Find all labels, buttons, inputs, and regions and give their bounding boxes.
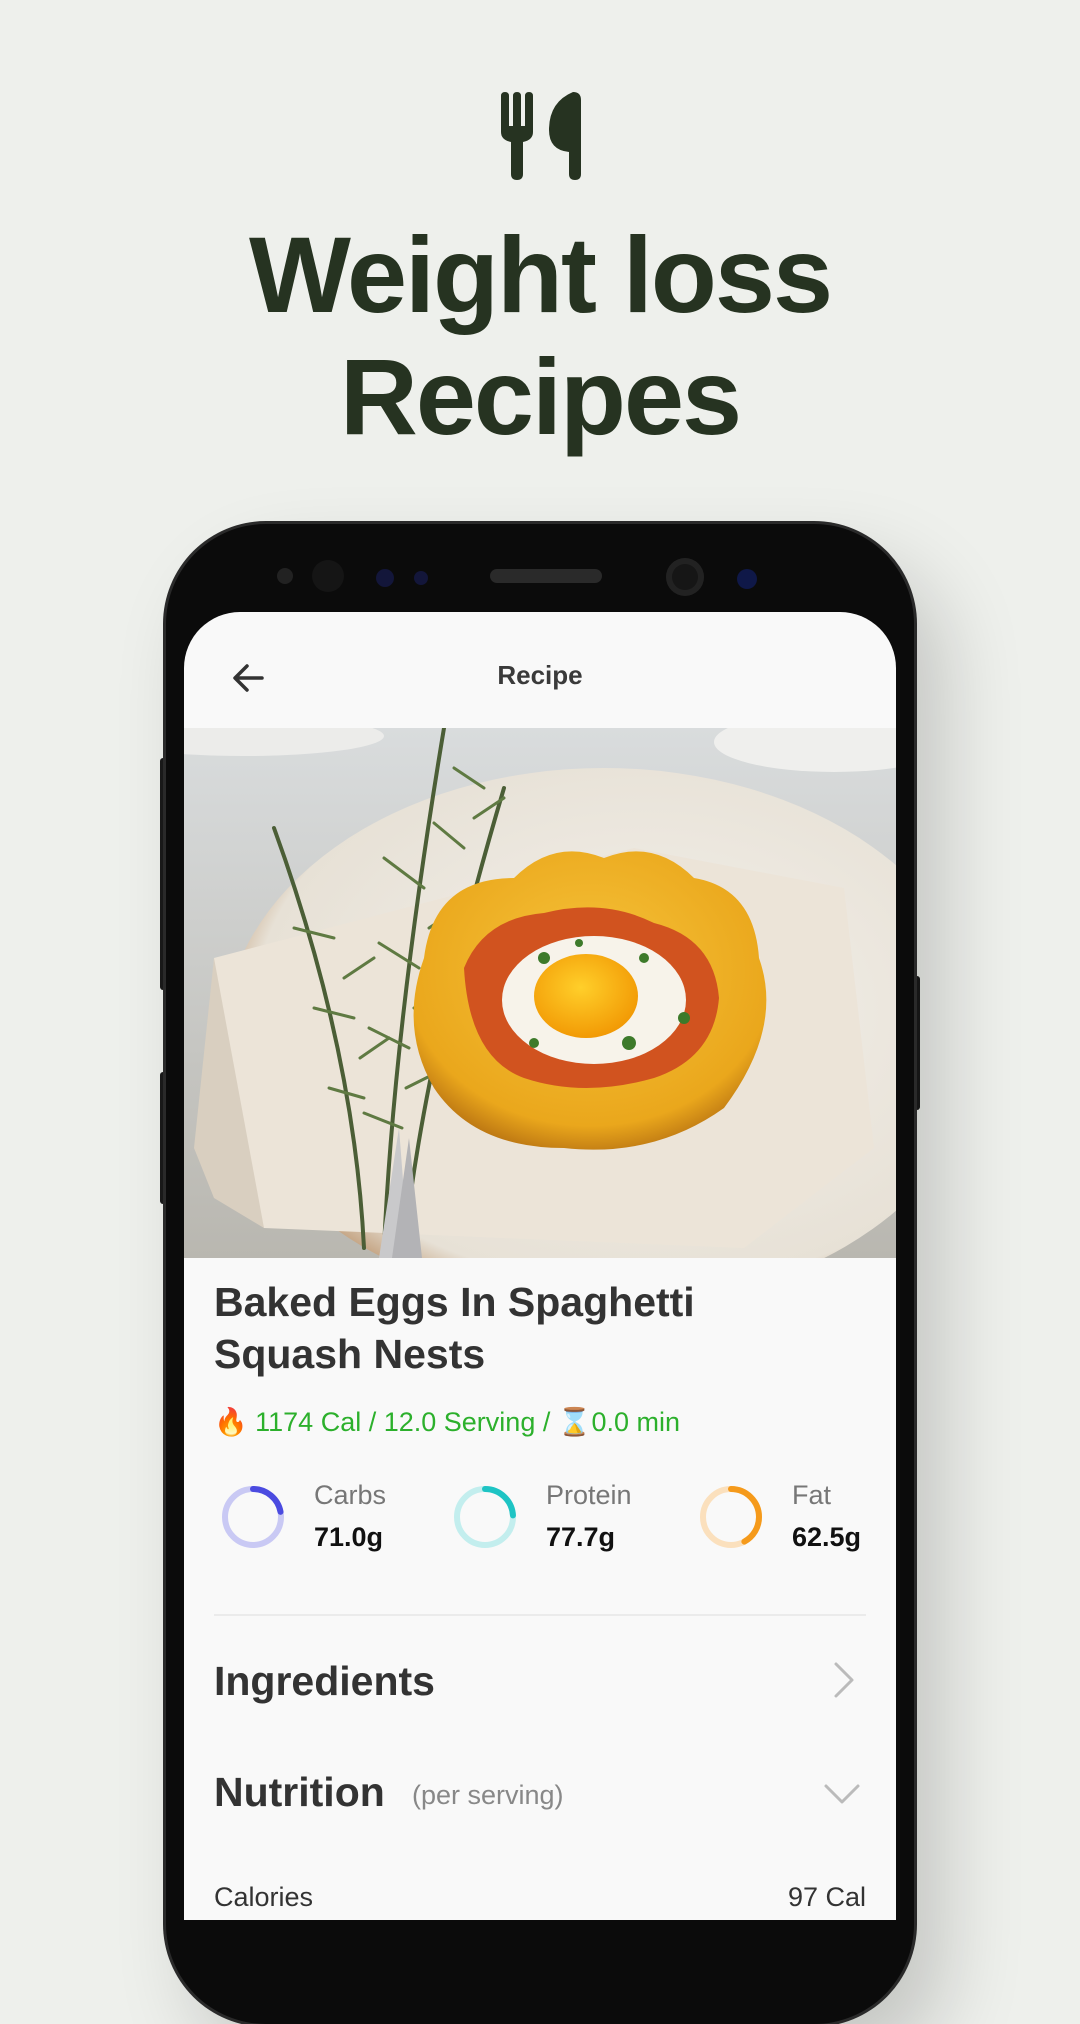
chevron-down-icon[interactable] <box>822 1778 862 1808</box>
recipe-meta: 🔥 1174 Cal / 12.0 Serving / ⌛0.0 min <box>214 1406 680 1438</box>
nutrition-row-value: 97 Cal <box>787 1882 866 1912</box>
fork-knife-icon <box>501 92 581 180</box>
nutrition-row-label: Calories <box>214 1882 314 1912</box>
front-camera <box>666 558 704 596</box>
sensor <box>414 571 428 585</box>
macro-name: Fat <box>792 1480 832 1510</box>
macro-name: Protein <box>546 1480 632 1510</box>
servings-value: 12.0 Serving <box>383 1407 536 1437</box>
sensor <box>277 568 293 584</box>
sensor <box>737 569 757 589</box>
ingredients-header[interactable]: Ingredients <box>214 1658 435 1705</box>
macro-name: Carbs <box>314 1480 387 1510</box>
macro-value: 71.0g <box>314 1522 384 1552</box>
hourglass-icon: ⌛ <box>557 1407 592 1437</box>
meta-separator: / <box>361 1407 384 1437</box>
macro-value: 77.7g <box>546 1522 616 1552</box>
fat-ring-icon <box>700 1486 762 1548</box>
headline-line-2: Recipes <box>339 336 742 457</box>
sensor <box>376 569 394 587</box>
divider <box>214 1614 866 1616</box>
fire-icon: 🔥 <box>214 1407 248 1437</box>
chevron-right-icon[interactable] <box>828 1660 858 1700</box>
recipe-title: Baked Eggs In Spaghetti Squash Nests <box>214 1279 695 1377</box>
nutrition-subtitle: (per serving) <box>412 1780 564 1810</box>
macro-value: 62.5g <box>792 1522 862 1552</box>
nutrition-header[interactable]: Nutrition <box>214 1769 385 1816</box>
recipe-photo <box>184 728 896 1258</box>
carbs-ring-icon <box>222 1486 284 1548</box>
protein-ring-icon <box>454 1486 516 1548</box>
app-bar: Recipe <box>184 612 896 728</box>
promo-headline: Weight loss Recipes <box>0 214 1080 458</box>
earpiece-speaker <box>490 569 602 583</box>
page-title: Recipe <box>497 660 583 690</box>
time-value: 0.0 min <box>591 1407 681 1437</box>
headline-line-1: Weight loss <box>248 214 833 335</box>
sensor <box>312 560 344 592</box>
calories-value: 1174 Cal <box>255 1407 362 1437</box>
app-screen: Recipe Baked Eggs In Spaghetti Squash Ne… <box>184 612 896 1920</box>
meta-separator: / <box>535 1407 558 1437</box>
